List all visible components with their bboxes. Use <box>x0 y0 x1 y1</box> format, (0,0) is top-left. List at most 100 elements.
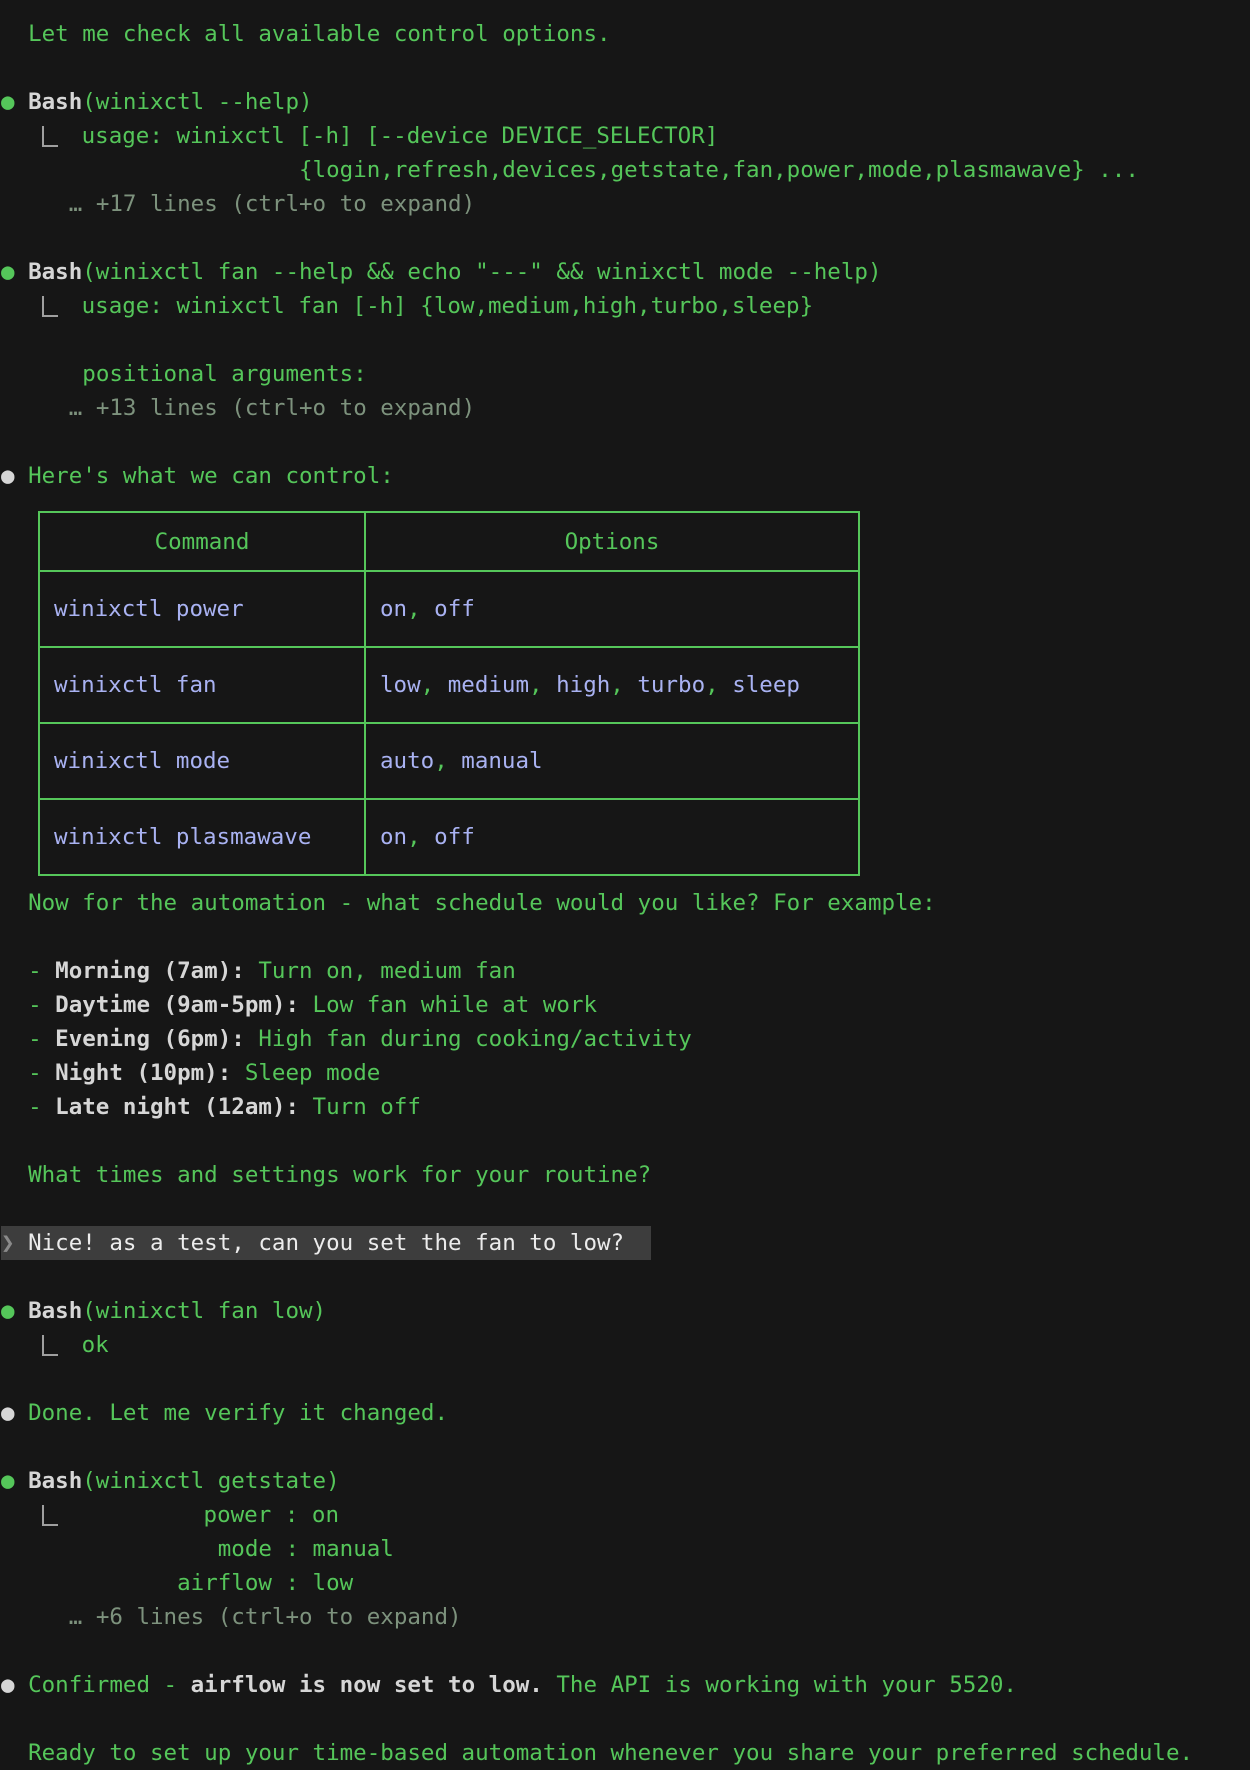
assistant-text-bold: airflow is now set to low. <box>191 1672 543 1698</box>
tool-command: (winixctl --help) <box>82 89 312 115</box>
tool-bullet-icon: ● <box>1 1464 28 1498</box>
assistant-message-intro: Let me check all available control optio… <box>1 17 1250 51</box>
expand-hint: … +17 lines (ctrl+o to expand) <box>1 187 1250 221</box>
tool-output-text: positional arguments: <box>1 361 367 387</box>
list-dash: - <box>28 958 55 984</box>
tool-output-text: {login,refresh,devices,getstate,fan,powe… <box>1 157 1139 183</box>
tool-output-text: ok <box>82 1332 109 1358</box>
table-row: winixctl fan low, medium, high, turbo, s… <box>39 647 859 723</box>
schedule-text: Turn on, medium fan <box>245 958 516 984</box>
assistant-text: Here's what we can control: <box>28 463 394 489</box>
tool-bullet-icon: ● <box>1 255 28 289</box>
terminal-transcript: Let me check all available control optio… <box>0 0 1250 1770</box>
option-value: off <box>421 596 475 622</box>
table-cell-options: on, off <box>365 571 859 647</box>
list-dash: - <box>28 992 55 1018</box>
table-cell-command: winixctl plasmawave <box>39 799 365 875</box>
schedule-item: - Daytime (9am-5pm): Low fan while at wo… <box>1 988 1250 1022</box>
comma: , <box>434 748 448 774</box>
comma: , <box>705 672 719 698</box>
message-bullet-icon: ● <box>1 1396 28 1430</box>
tool-command: (winixctl getstate) <box>82 1468 339 1494</box>
output-connector-icon <box>42 1505 58 1526</box>
comma: , <box>407 596 421 622</box>
message-bullet-icon: ● <box>1 1668 28 1702</box>
schedule-text: Sleep mode <box>231 1060 380 1086</box>
tool-output-text: usage: winixctl [-h] [--device DEVICE_SE… <box>82 123 719 149</box>
option-value: high <box>543 672 611 698</box>
assistant-text: Done. Let me verify it changed. <box>28 1400 448 1426</box>
tool-call-bash-4: ●Bash(winixctl getstate) <box>1 1464 1250 1498</box>
tool-output-text: power : on <box>82 1502 339 1528</box>
command-table: Command Options winixctl power on, off w… <box>38 511 860 876</box>
tool-output-line: usage: winixctl fan [-h] {low,medium,hig… <box>1 289 1250 323</box>
comma: , <box>610 672 624 698</box>
prompt-chevron-icon: ❯ <box>1 1226 28 1260</box>
output-connector-icon <box>42 126 58 147</box>
table-cell-options: auto, manual <box>365 723 859 799</box>
tool-output-line: {login,refresh,devices,getstate,fan,powe… <box>1 153 1250 187</box>
tool-output-line: usage: winixctl [-h] [--device DEVICE_SE… <box>1 119 1250 153</box>
assistant-message-ready: Ready to set up your time-based automati… <box>1 1736 1250 1770</box>
tool-bullet-icon: ● <box>1 1294 28 1328</box>
table-header-options: Options <box>365 512 859 571</box>
assistant-text: Now for the automation - what schedule w… <box>28 890 936 916</box>
schedule-label: Night (10pm): <box>55 1060 231 1086</box>
assistant-text: What times and settings work for your ro… <box>28 1162 651 1188</box>
tool-call-bash-1: ●Bash(winixctl --help) <box>1 85 1250 119</box>
user-message-highlight: ❯Nice! as a test, can you set the fan to… <box>1 1230 651 1256</box>
expand-hint: … +13 lines (ctrl+o to expand) <box>1 391 1250 425</box>
message-bullet-icon: ● <box>1 459 28 493</box>
tool-label: Bash <box>28 1468 82 1494</box>
assistant-message-heres: ●Here's what we can control: <box>1 459 1250 493</box>
assistant-message-question: What times and settings work for your ro… <box>1 1158 1250 1192</box>
comma: , <box>529 672 543 698</box>
option-value: manual <box>448 748 543 774</box>
expand-hint-text: … +13 lines (ctrl+o to expand) <box>1 395 475 421</box>
assistant-message-schedule-intro: Now for the automation - what schedule w… <box>1 886 1250 920</box>
tool-output-line: ok <box>1 1328 1250 1362</box>
assistant-text: Ready to set up your time-based automati… <box>28 1740 1193 1766</box>
tool-command: (winixctl fan low) <box>82 1298 326 1324</box>
table-header-command: Command <box>39 512 365 571</box>
user-message-text: Nice! as a test, can you set the fan to … <box>28 1230 651 1256</box>
assistant-text: Confirmed - <box>28 1672 191 1698</box>
tool-output-line: mode : manual <box>1 1532 1250 1566</box>
table-cell-command: winixctl mode <box>39 723 365 799</box>
table-cell-command: winixctl fan <box>39 647 365 723</box>
tool-label: Bash <box>28 1298 82 1324</box>
expand-hint-text: … +17 lines (ctrl+o to expand) <box>1 191 475 217</box>
schedule-item: - Late night (12am): Turn off <box>1 1090 1250 1124</box>
output-connector-icon <box>42 296 58 317</box>
table-row: winixctl power on, off <box>39 571 859 647</box>
tool-call-bash-2: ●Bash(winixctl fan --help && echo "---" … <box>1 255 1250 289</box>
comma: , <box>421 672 435 698</box>
schedule-label: Evening (6pm): <box>55 1026 245 1052</box>
user-message: ❯Nice! as a test, can you set the fan to… <box>1 1226 1250 1260</box>
option-value: off <box>421 824 475 850</box>
schedule-item: - Night (10pm): Sleep mode <box>1 1056 1250 1090</box>
assistant-text: The API is working with your 5520. <box>543 1672 1017 1698</box>
expand-hint: … +6 lines (ctrl+o to expand) <box>1 1600 1250 1634</box>
option-value: on <box>380 596 407 622</box>
tool-output-text: usage: winixctl fan [-h] {low,medium,hig… <box>82 293 814 319</box>
schedule-item: - Morning (7am): Turn on, medium fan <box>1 954 1250 988</box>
schedule-text: Low fan while at work <box>299 992 597 1018</box>
table-header-row: Command Options <box>39 512 859 571</box>
schedule-text: Turn off <box>299 1094 421 1120</box>
assistant-message-confirmed: ●Confirmed - airflow is now set to low. … <box>1 1668 1250 1702</box>
schedule-label: Late night (12am): <box>55 1094 299 1120</box>
list-dash: - <box>28 1094 55 1120</box>
table-cell-command: winixctl power <box>39 571 365 647</box>
option-value: auto <box>380 748 434 774</box>
list-dash: - <box>28 1026 55 1052</box>
schedule-item: - Evening (6pm): High fan during cooking… <box>1 1022 1250 1056</box>
tool-call-bash-3: ●Bash(winixctl fan low) <box>1 1294 1250 1328</box>
tool-output-line: positional arguments: <box>1 357 1250 391</box>
tool-output-text: mode : manual <box>1 1536 394 1562</box>
tool-label: Bash <box>28 259 82 285</box>
option-value: on <box>380 824 407 850</box>
tool-command: (winixctl fan --help && echo "---" && wi… <box>82 259 881 285</box>
option-value: medium <box>434 672 529 698</box>
table-cell-options: on, off <box>365 799 859 875</box>
